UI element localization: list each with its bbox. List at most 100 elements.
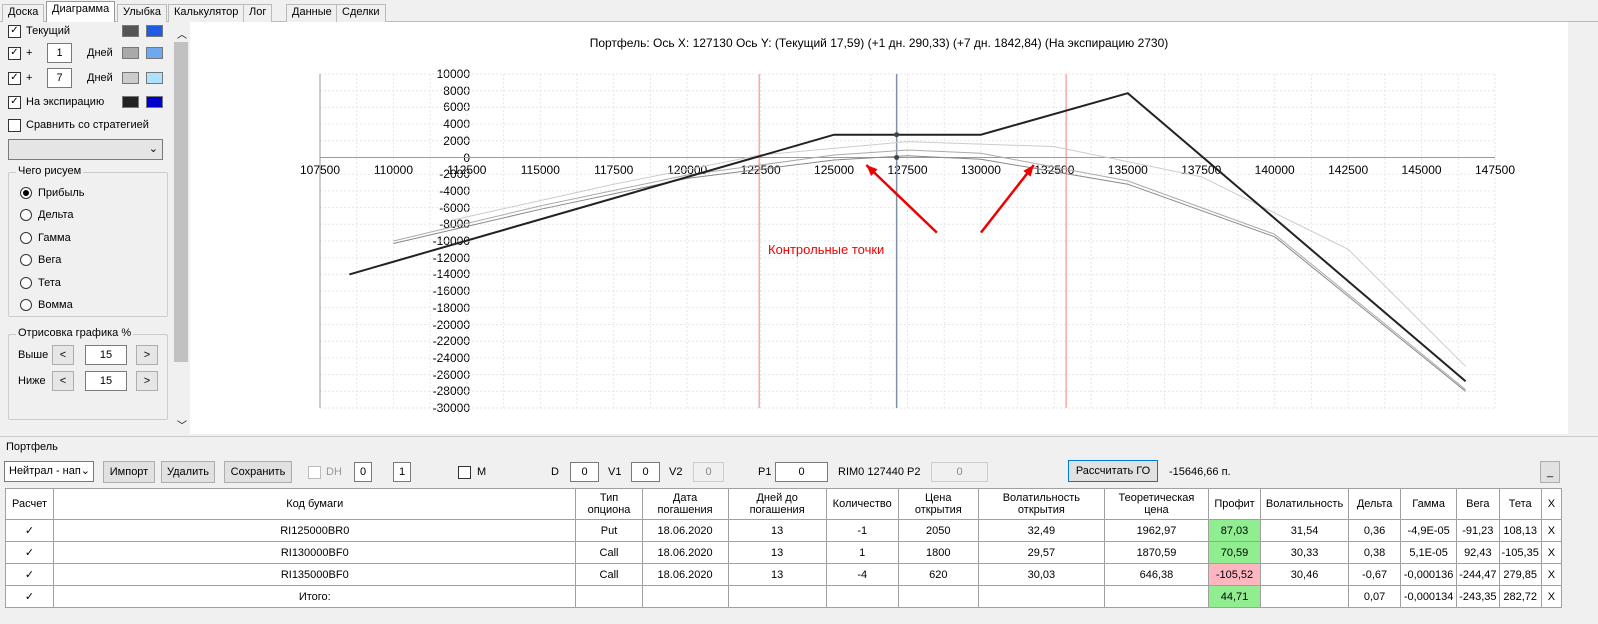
expiry-color-2[interactable] bbox=[146, 96, 163, 108]
calc-checkbox[interactable]: ✓ bbox=[4, 541, 55, 564]
calc-go-button[interactable]: Рассчитать ГО bbox=[1068, 460, 1158, 482]
delete-button[interactable]: Удалить bbox=[161, 461, 215, 483]
above-input[interactable]: 15 bbox=[85, 345, 127, 365]
tab-data[interactable]: Данные bbox=[286, 4, 338, 22]
radio-label: Прибыль bbox=[38, 187, 85, 199]
current-color-1[interactable] bbox=[122, 25, 139, 37]
profit-plot[interactable] bbox=[190, 22, 1568, 434]
column-header[interactable]: Расчет bbox=[4, 488, 55, 520]
v2-label: V2 bbox=[669, 466, 683, 478]
table-cell: 13 bbox=[727, 541, 827, 564]
above-increase-button[interactable]: > bbox=[136, 345, 158, 365]
strategy-dropdown[interactable]: ⌄ bbox=[8, 139, 163, 160]
radio-label: Дельта bbox=[38, 209, 74, 221]
column-header[interactable]: Теоретическая цена bbox=[1103, 488, 1209, 520]
column-header[interactable]: Дней до погашения bbox=[727, 488, 827, 520]
expiry-color-1[interactable] bbox=[122, 96, 139, 108]
plus1-checkbox[interactable]: ✓ bbox=[8, 46, 21, 60]
table-cell bbox=[897, 585, 979, 608]
tab-diagram[interactable]: Диаграмма bbox=[46, 1, 116, 23]
table-cell bbox=[1260, 585, 1350, 608]
table-cell: RI125000BR0 bbox=[53, 519, 577, 542]
remove-row-button[interactable]: X bbox=[1540, 563, 1563, 586]
table-cell: -0,67 bbox=[1348, 563, 1402, 586]
radio-delta[interactable]: Дельта bbox=[20, 206, 74, 224]
minimize-button[interactable]: _ bbox=[1540, 461, 1560, 483]
tab-smile[interactable]: Улыбка bbox=[117, 4, 168, 22]
below-label: Ниже bbox=[18, 375, 46, 387]
table-row[interactable]: ✓ Итого: 44,71 0,07 -0,000134 -243,35 282,72 X bbox=[4, 585, 1563, 608]
column-header[interactable]: Гамма bbox=[1400, 488, 1458, 520]
tab-calculator[interactable]: Калькулятор bbox=[168, 4, 245, 22]
column-header[interactable]: Волатильность открытия bbox=[977, 488, 1105, 520]
days2-input[interactable]: 7 bbox=[47, 68, 72, 88]
table-cell: -0,000134 bbox=[1400, 585, 1458, 608]
chevron-up-icon[interactable]: ︿ bbox=[177, 26, 187, 41]
plus2-checkbox[interactable]: ✓ bbox=[8, 71, 21, 85]
radio-gamma[interactable]: Гамма bbox=[20, 229, 71, 247]
days1-input[interactable]: 1 bbox=[47, 43, 72, 63]
import-button[interactable]: Импорт bbox=[103, 461, 155, 483]
column-header[interactable]: Тип опциона bbox=[575, 488, 643, 520]
chart-area[interactable]: Портфель: Ось X: 127130 Ось Y: (Текущий … bbox=[190, 22, 1568, 434]
radio-theta[interactable]: Тета bbox=[20, 274, 61, 292]
p1-input[interactable]: 0 bbox=[775, 462, 828, 482]
below-input[interactable]: 15 bbox=[85, 371, 127, 391]
column-header[interactable]: Профит bbox=[1207, 488, 1262, 520]
table-cell: -243,35 bbox=[1456, 585, 1500, 608]
p2-input[interactable]: 0 bbox=[931, 462, 988, 482]
below-increase-button[interactable]: > bbox=[136, 371, 158, 391]
remove-row-button[interactable]: X bbox=[1540, 585, 1563, 608]
m-checkbox[interactable] bbox=[458, 466, 471, 479]
column-header[interactable]: X bbox=[1540, 488, 1563, 520]
column-header[interactable]: Волатильность bbox=[1260, 488, 1350, 520]
expiry-checkbox[interactable]: ✓ bbox=[8, 95, 21, 109]
tab-deals[interactable]: Сделки bbox=[336, 4, 386, 22]
table-row[interactable]: ✓ RI130000BF0 Call 18.06.2020 13 1 1800 29,57 18… bbox=[4, 541, 1563, 564]
tab-log[interactable]: Лог bbox=[243, 4, 273, 22]
remove-row-button[interactable]: X bbox=[1540, 541, 1563, 564]
current-color-2[interactable] bbox=[146, 25, 163, 37]
radio-icon bbox=[20, 277, 32, 289]
tab-board[interactable]: Доска bbox=[2, 4, 45, 22]
column-header[interactable]: Тета bbox=[1498, 488, 1542, 520]
v1-input[interactable]: 0 bbox=[631, 462, 660, 482]
chevron-down-icon[interactable]: ﹀ bbox=[177, 417, 187, 432]
above-decrease-button[interactable]: < bbox=[52, 345, 74, 365]
d7-color-1[interactable] bbox=[122, 72, 139, 84]
current-checkbox[interactable]: ✓ bbox=[8, 24, 21, 38]
d-input[interactable]: 0 bbox=[570, 462, 599, 482]
calc-checkbox[interactable]: ✓ bbox=[4, 563, 55, 586]
compare-checkbox[interactable] bbox=[8, 118, 21, 132]
remove-row-button[interactable]: X bbox=[1540, 519, 1563, 542]
table-cell: 30,33 bbox=[1260, 541, 1350, 564]
calc-checkbox[interactable]: ✓ bbox=[4, 519, 55, 542]
d1-color-2[interactable] bbox=[146, 47, 163, 59]
scroll-thumb[interactable] bbox=[174, 42, 188, 362]
below-decrease-button[interactable]: < bbox=[52, 371, 74, 391]
column-header[interactable]: Вега bbox=[1456, 488, 1500, 520]
dh1-stepper[interactable]: 0 bbox=[354, 462, 372, 482]
table-row[interactable]: ✓ RI135000BF0 Call 18.06.2020 13 -4 620 30,03 64… bbox=[4, 563, 1563, 586]
v2-input[interactable]: 0 bbox=[693, 462, 724, 482]
table-cell: -105,52 bbox=[1207, 563, 1262, 586]
plus1-sign: + bbox=[26, 47, 33, 59]
radio-vomma[interactable]: Вомма bbox=[20, 296, 73, 314]
d1-color-1[interactable] bbox=[122, 47, 139, 59]
column-header[interactable]: Дата погашения bbox=[641, 488, 729, 520]
column-header[interactable]: Количество bbox=[825, 488, 899, 520]
radio-vega[interactable]: Вега bbox=[20, 251, 61, 269]
save-button[interactable]: Сохранить bbox=[224, 461, 292, 483]
strategy-select[interactable]: Нейтрал - нап ⌄ bbox=[4, 461, 94, 482]
column-header[interactable]: Цена открытия bbox=[897, 488, 979, 520]
column-header[interactable]: Код бумаги bbox=[53, 488, 577, 520]
left-panel-scrollbar[interactable]: ︿ ﹀ bbox=[173, 22, 190, 434]
calc-checkbox[interactable]: ✓ bbox=[4, 585, 55, 608]
dh2-stepper[interactable]: 1 bbox=[393, 462, 411, 482]
column-header[interactable]: Дельта bbox=[1348, 488, 1402, 520]
dh-checkbox[interactable] bbox=[308, 466, 321, 479]
table-cell: 5,1E-05 bbox=[1400, 541, 1458, 564]
radio-profit[interactable]: Прибыль bbox=[20, 184, 85, 202]
d7-color-2[interactable] bbox=[146, 72, 163, 84]
table-row[interactable]: ✓ RI125000BR0 Put 18.06.2020 13 -1 2050 32,49 19… bbox=[4, 519, 1563, 542]
